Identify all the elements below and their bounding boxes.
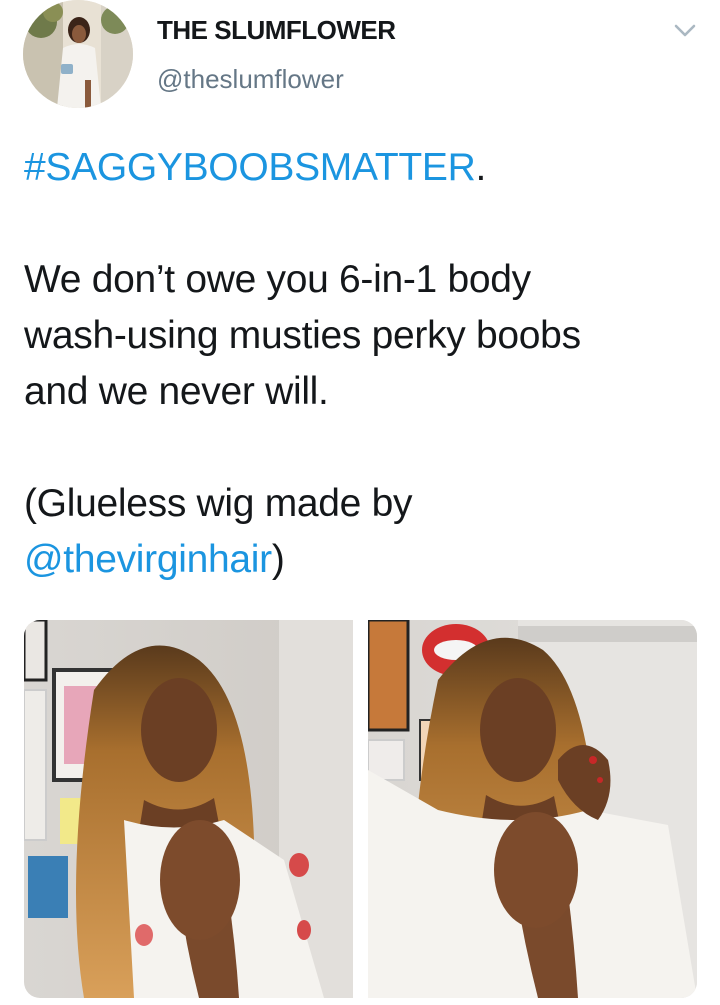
chevron-down-icon[interactable] bbox=[673, 20, 697, 42]
credit-suffix: ) bbox=[271, 538, 285, 581]
photo-2[interactable] bbox=[368, 620, 697, 998]
photo-1[interactable] bbox=[24, 620, 353, 998]
credit-line: (Glueless wig made by bbox=[24, 482, 413, 525]
body-line-3: and we never will. bbox=[24, 370, 329, 413]
photo-1-image bbox=[24, 620, 353, 998]
credit-paragraph: (Glueless wig made by @thevirginhair) bbox=[24, 476, 704, 588]
body-paragraph: We don’t owe you 6-in-1 body wash-using … bbox=[24, 252, 704, 420]
photo-2-image bbox=[368, 620, 697, 998]
hashtag-suffix: . bbox=[475, 146, 486, 189]
author-handle[interactable]: @theslumflower bbox=[157, 64, 344, 95]
avatar[interactable] bbox=[23, 0, 133, 108]
hashtag-line: #SAGGYBOOBSMATTER. bbox=[24, 140, 704, 196]
media-grid bbox=[24, 620, 697, 998]
mention-link[interactable]: @thevirginhair bbox=[24, 538, 272, 581]
credit-mention-line: @thevirginhair) bbox=[24, 532, 704, 588]
body-line-1: We don’t owe you 6-in-1 body bbox=[24, 258, 531, 301]
profile-photo-icon bbox=[23, 0, 133, 108]
author-display-name[interactable]: THE SLUMFLOWER bbox=[157, 15, 396, 46]
hashtag-link[interactable]: #SAGGYBOOBSMATTER bbox=[24, 146, 476, 189]
body-line-2: wash-using musties perky boobs bbox=[24, 314, 581, 357]
tweet: THE SLUMFLOWER @theslumflower #SAGGYBOOB… bbox=[0, 0, 720, 1005]
tweet-text: #SAGGYBOOBSMATTER. We don’t owe you 6-in… bbox=[24, 140, 704, 588]
